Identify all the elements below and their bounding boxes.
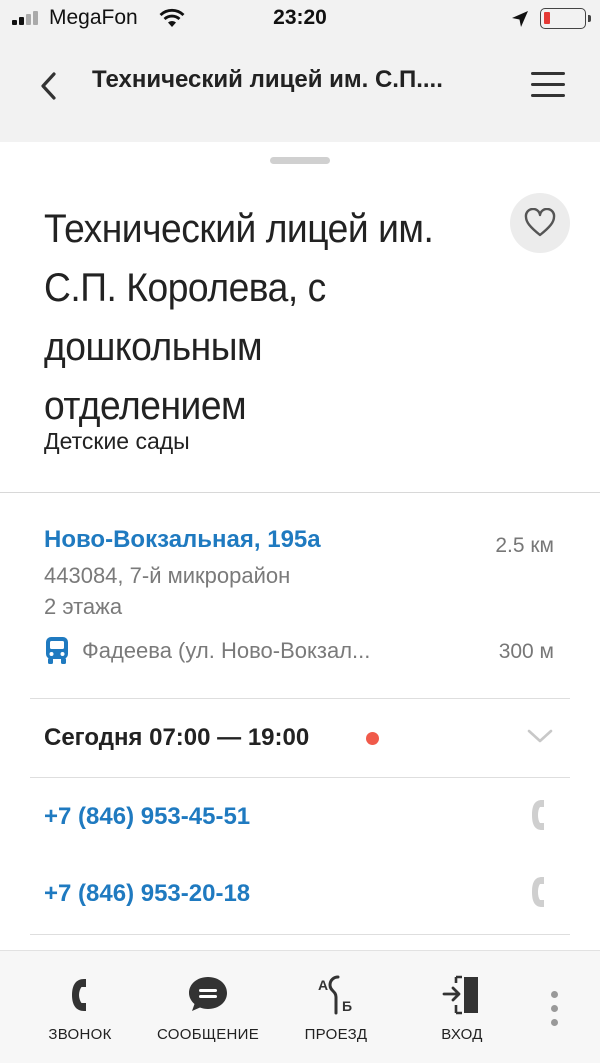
chevron-down-icon[interactable] <box>526 726 554 746</box>
svg-text:А: А <box>318 977 328 993</box>
place-card: Технический лицей им. С.П. Королева, с д… <box>0 142 600 950</box>
status-bar: MegaFon 23:20 <box>0 0 600 38</box>
message-label: СООБЩЕНИЕ <box>156 1026 260 1043</box>
phone-link-1[interactable]: +7 (846) 953-45-51 <box>44 803 250 831</box>
sheet-grabber[interactable] <box>270 157 330 164</box>
route-label: ПРОЕЗД <box>304 1026 368 1043</box>
phone-link-2[interactable]: +7 (846) 953-20-18 <box>44 880 250 908</box>
phone-handset-icon[interactable] <box>528 875 550 909</box>
address-postal: 443084, 7-й микрорайон <box>44 563 291 588</box>
battery-level <box>544 12 550 24</box>
entrance-label: ВХОД <box>441 1026 483 1043</box>
message-button[interactable]: СООБЩЕНИЕ <box>148 951 268 1063</box>
hamburger-menu-icon[interactable] <box>528 68 568 102</box>
back-chevron-icon[interactable] <box>30 64 74 108</box>
more-vertical-icon[interactable] <box>544 989 564 1029</box>
address-floors: 2 этажа <box>44 594 123 619</box>
place-title: Технический лицей им. С.П. Королева, с д… <box>44 207 434 428</box>
address-distance: 2.5 км <box>495 534 554 557</box>
bus-icon <box>46 637 68 664</box>
location-arrow-icon <box>512 11 528 27</box>
phone-icon <box>72 979 86 1011</box>
battery-icon <box>540 8 591 29</box>
closed-status-dot <box>366 732 379 745</box>
phone-handset-icon[interactable] <box>528 798 550 832</box>
call-label: ЗВОНОК <box>48 1026 112 1043</box>
favorite-button[interactable] <box>510 193 570 253</box>
navigation-bar: Технический лицей им. С.П.... <box>0 38 600 142</box>
transit-stop-distance: 300 м <box>498 640 554 663</box>
nav-title: Технический лицей им. С.П.... <box>92 66 443 93</box>
working-hours[interactable]: Сегодня 07:00 — 19:00 <box>44 724 309 752</box>
divider <box>0 492 600 493</box>
transit-stop[interactable]: Фадеева (ул. Ново-Вокзал... <box>82 638 467 664</box>
divider <box>30 777 570 778</box>
call-button[interactable]: ЗВОНОК <box>30 951 130 1063</box>
route-button[interactable]: А Б ПРОЕЗД <box>286 951 386 1063</box>
divider <box>30 934 570 935</box>
divider <box>30 698 570 699</box>
svg-text:Б: Б <box>342 998 352 1014</box>
route-icon: А Б <box>318 975 352 1015</box>
place-category: Детские сады <box>44 428 190 454</box>
entrance-icon <box>442 975 478 1015</box>
address-link[interactable]: Ново-Вокзальная, 195а <box>44 526 321 554</box>
heart-icon <box>524 208 556 237</box>
bottom-action-bar: ЗВОНОК СООБЩЕНИЕ А Б ПРОЕЗД ВХОД <box>0 950 600 1063</box>
entrance-button[interactable]: ВХОД <box>412 951 512 1063</box>
chat-bubble-icon <box>189 977 227 1011</box>
